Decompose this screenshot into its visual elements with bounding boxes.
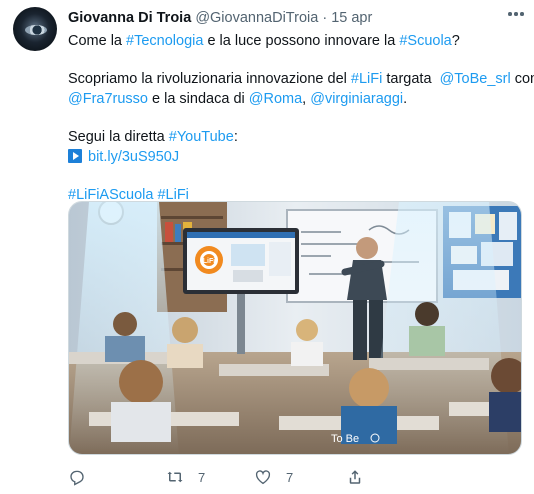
retweet-count: 7	[198, 469, 206, 485]
tweet-line-1: Come la #Tecnologia e la luce possono in…	[68, 31, 518, 51]
share-button[interactable]	[346, 466, 378, 488]
text-segment: .	[403, 91, 408, 107]
more-horizontal-icon[interactable]	[508, 12, 524, 16]
short-link[interactable]: bit.ly/3uS950J	[88, 149, 179, 165]
like-count: 7	[286, 469, 294, 485]
tweet-text: Come la #Tecnologia e la luce possono in…	[68, 31, 534, 205]
mention-roma[interactable]: @Roma	[249, 91, 302, 107]
author-name[interactable]: Giovanna Di Troia	[68, 10, 191, 26]
separator-dot: ·	[322, 10, 328, 26]
retweet-icon	[167, 471, 183, 483]
mention-fra7russo[interactable]: @Fra7russo	[68, 91, 148, 107]
text-segment: Scopriamo la rivoluzionaria innovazione …	[68, 71, 351, 87]
hashtag-youtube[interactable]: #YouTube	[169, 129, 234, 145]
play-button-icon	[68, 149, 82, 163]
author-handle[interactable]: @GiovannaDiTroia	[195, 10, 318, 26]
tweet-line-5: bit.ly/3uS950J	[68, 147, 518, 167]
text-segment: e la sindaca di	[148, 91, 249, 107]
tweet-line-4: Segui la diretta #YouTube:	[68, 127, 518, 147]
text-segment: e la luce possono innovare la	[203, 33, 400, 49]
tweet-date[interactable]: 15 apr	[331, 10, 372, 26]
mention-virginiaraggi[interactable]: @virginiaraggi	[310, 91, 403, 107]
hashtag-tecnologia[interactable]: #Tecnologia	[126, 33, 203, 49]
to-be-watermark: To Be	[331, 433, 359, 445]
hashtag-scuola[interactable]: #Scuola	[399, 33, 451, 49]
screen-title-text: LiFi	[203, 258, 215, 265]
text-segment: con	[514, 71, 534, 87]
hashtag-lifi[interactable]: #LiFi	[351, 71, 382, 87]
reply-icon	[70, 470, 84, 486]
tweet-image[interactable]: LiFi To Be	[68, 201, 522, 455]
tweet-line-3: @Fra7russo e la sindaca di @Roma, @virgi…	[68, 89, 518, 109]
text-segment: ?	[451, 33, 460, 49]
text-segment: :	[233, 129, 238, 145]
tweet-line-2: Scopriamo la rivoluzionaria innovazione …	[68, 69, 534, 89]
reply-button[interactable]	[68, 466, 100, 488]
action-bar: 7 7	[68, 466, 518, 488]
mention-tobe-srl[interactable]: @ToBe_srl	[440, 71, 511, 87]
avatar[interactable]	[13, 7, 57, 51]
retweet-button[interactable]: 7	[166, 466, 205, 488]
text-segment: Come la	[68, 33, 127, 49]
share-icon	[349, 470, 361, 484]
tweet-header: Giovanna Di Troia @GiovannaDiTroia · 15 …	[68, 9, 372, 27]
text-segment: targata	[382, 71, 440, 87]
like-button[interactable]: 7	[254, 466, 293, 488]
text-segment: Segui la diretta	[68, 129, 169, 145]
heart-icon	[255, 470, 271, 485]
tweet[interactable]: Giovanna Di Troia @GiovannaDiTroia · 15 …	[0, 0, 534, 494]
